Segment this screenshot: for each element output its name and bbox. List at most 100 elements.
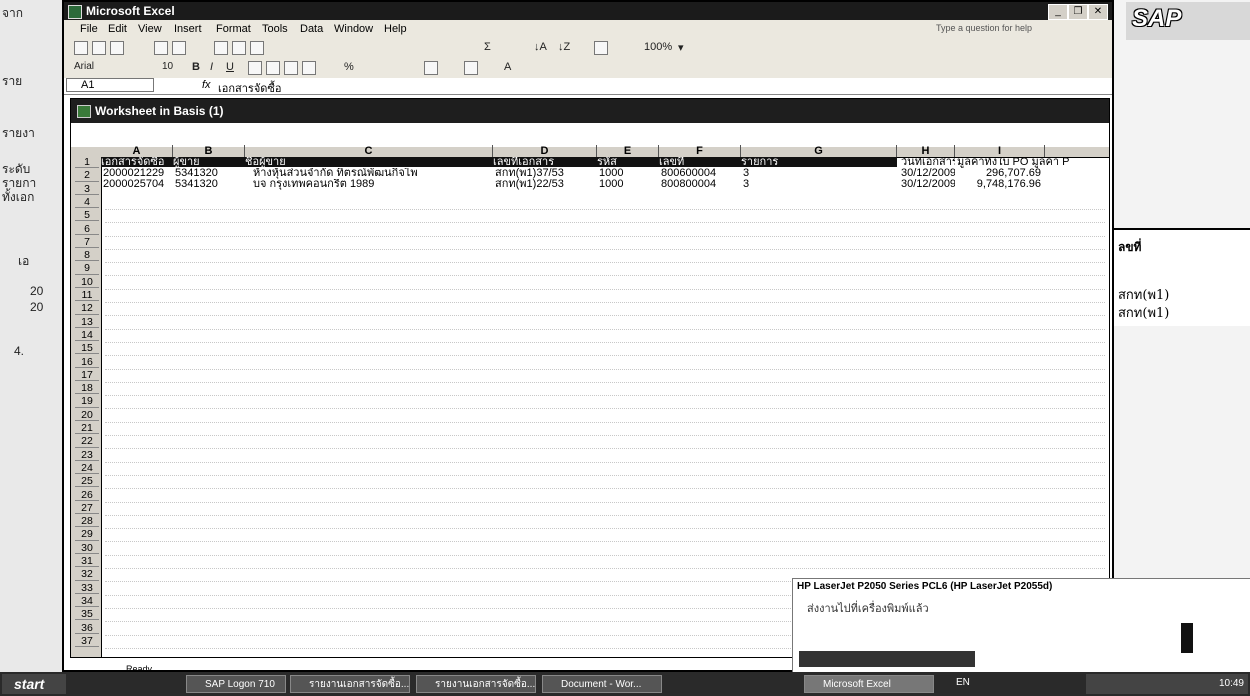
row-header[interactable]: 36 [75, 622, 99, 634]
row-header[interactable]: 30 [75, 542, 99, 554]
table-cell[interactable]: 800600004 [661, 168, 741, 179]
table-cell[interactable]: 30/12/2009 [901, 179, 955, 190]
table-cell[interactable]: สกท(พ1)37/53 [495, 168, 595, 179]
excel-title-bar[interactable]: Microsoft Excel _ ❐ ✕ [64, 2, 1112, 20]
row-header[interactable]: 1 [75, 157, 99, 169]
row-header[interactable]: 17 [75, 369, 99, 382]
table-cell[interactable]: 3 [743, 179, 763, 190]
row-header[interactable]: 9 [75, 263, 99, 275]
header-cell[interactable]: รายการ [741, 157, 897, 167]
font-color-icon[interactable]: A [504, 61, 511, 73]
row-header[interactable]: 20 [75, 409, 99, 421]
menu-file[interactable]: File [80, 23, 98, 35]
minimize-button[interactable]: _ [1048, 4, 1068, 20]
row-header[interactable]: 23 [75, 449, 99, 461]
chevron-down-icon[interactable]: ▾ [678, 41, 684, 54]
printer-details-button[interactable] [799, 651, 975, 667]
column-header-c[interactable]: C [245, 145, 493, 157]
menu-view[interactable]: View [138, 23, 162, 35]
print-icon[interactable] [154, 41, 168, 55]
menu-edit[interactable]: Edit [108, 23, 127, 35]
menu-insert[interactable]: Insert [174, 23, 202, 35]
menu-window[interactable]: Window [334, 23, 373, 35]
header-cell[interactable]: มูลค่าทั้งใบ PO มูลค่า P [957, 157, 1103, 168]
sort-ascending-icon[interactable]: ↓A [534, 41, 547, 53]
header-cell[interactable]: เลขที่ [659, 157, 741, 167]
table-cell[interactable]: 9,748,176.96 [957, 179, 1041, 190]
row-header[interactable]: 18 [75, 383, 99, 395]
table-cell[interactable]: 2000025704 [103, 179, 173, 190]
taskbar-item[interactable]: Microsoft Excel [804, 675, 934, 693]
table-cell[interactable]: 2000021229 [103, 168, 173, 179]
save-icon[interactable] [110, 41, 124, 55]
table-cell[interactable]: 3 [743, 168, 763, 179]
row-header[interactable]: 8 [75, 250, 99, 262]
header-cell[interactable]: ชื่อผู้ขาย [245, 157, 493, 167]
row-header[interactable]: 14 [75, 329, 99, 342]
row-header[interactable]: 11 [75, 290, 99, 302]
menu-format[interactable]: Format [216, 23, 251, 35]
workbook-title-bar[interactable]: Worksheet in Basis (1) [71, 99, 1109, 123]
row-header[interactable]: 3 [75, 183, 99, 195]
formula-input[interactable]: เอกสารจัดซื้อ [218, 79, 282, 97]
row-header[interactable]: 37 [75, 635, 99, 648]
column-header-e[interactable]: E [597, 145, 659, 157]
close-button[interactable]: ✕ [1088, 4, 1108, 20]
font-name-select[interactable]: Arial [74, 61, 94, 72]
language-indicator[interactable]: EN [956, 677, 970, 688]
table-cell[interactable]: 1000 [599, 168, 659, 179]
column-header-f[interactable]: F [659, 145, 741, 157]
indent-icon[interactable] [424, 61, 438, 75]
column-header-a[interactable]: A [101, 145, 173, 157]
row-header[interactable]: 27 [75, 502, 99, 515]
cut-icon[interactable] [214, 41, 228, 55]
column-header-i[interactable]: I [955, 145, 1045, 157]
row-header[interactable]: 5 [75, 210, 99, 222]
table-cell[interactable]: 5341320 [175, 168, 245, 179]
table-cell[interactable]: 30/12/2009 [901, 168, 955, 179]
row-header[interactable]: 33 [75, 582, 99, 594]
underline-icon[interactable]: U [226, 61, 234, 73]
column-header-d[interactable]: D [493, 145, 597, 157]
header-cell[interactable]: วันที่เอกสาร [901, 157, 955, 168]
column-header-b[interactable]: B [173, 145, 245, 157]
align-right-icon[interactable] [284, 61, 298, 75]
taskbar-item[interactable]: Document - Wor... [542, 675, 662, 693]
header-cell[interactable]: รหัส [597, 157, 659, 167]
merge-center-icon[interactable] [302, 61, 316, 75]
row-header[interactable]: 25 [75, 476, 99, 488]
menu-tools[interactable]: Tools [262, 23, 288, 35]
row-header[interactable]: 10 [75, 276, 99, 288]
column-header-h[interactable]: H [897, 145, 955, 157]
name-box[interactable]: A1 [66, 78, 154, 92]
row-header[interactable]: 2 [75, 170, 99, 182]
row-header[interactable]: 4 [75, 196, 99, 209]
column-header-g[interactable]: G [741, 145, 897, 157]
clock[interactable]: 10:49 [1219, 678, 1244, 689]
new-icon[interactable] [74, 41, 88, 55]
row-header[interactable]: 28 [75, 516, 99, 528]
bold-icon[interactable]: B [192, 61, 200, 73]
chart-wizard-icon[interactable] [594, 41, 608, 55]
row-header[interactable]: 29 [75, 529, 99, 541]
table-cell[interactable]: 800800004 [661, 179, 741, 190]
fx-icon[interactable]: fx [202, 79, 211, 91]
align-center-icon[interactable] [266, 61, 280, 75]
row-header[interactable]: 13 [75, 316, 99, 328]
row-header[interactable]: 12 [75, 303, 99, 315]
copy-icon[interactable] [232, 41, 246, 55]
paste-icon[interactable] [250, 41, 264, 55]
row-header[interactable]: 21 [75, 423, 99, 435]
row-header[interactable]: 6 [75, 223, 99, 235]
percent-icon[interactable]: % [344, 61, 354, 73]
menu-help[interactable]: Help [384, 23, 407, 35]
sort-descending-icon[interactable]: ↓Z [558, 41, 570, 53]
row-header[interactable]: 24 [75, 462, 99, 475]
table-cell[interactable]: สกท(พ1)22/53 [495, 179, 595, 190]
row-header[interactable]: 26 [75, 489, 99, 501]
row-header[interactable]: 15 [75, 343, 99, 355]
row-header[interactable]: 22 [75, 436, 99, 448]
table-cell[interactable]: 296,707.69 [957, 168, 1041, 179]
table-cell[interactable]: 5341320 [175, 179, 245, 190]
start-button[interactable]: start [2, 674, 66, 694]
